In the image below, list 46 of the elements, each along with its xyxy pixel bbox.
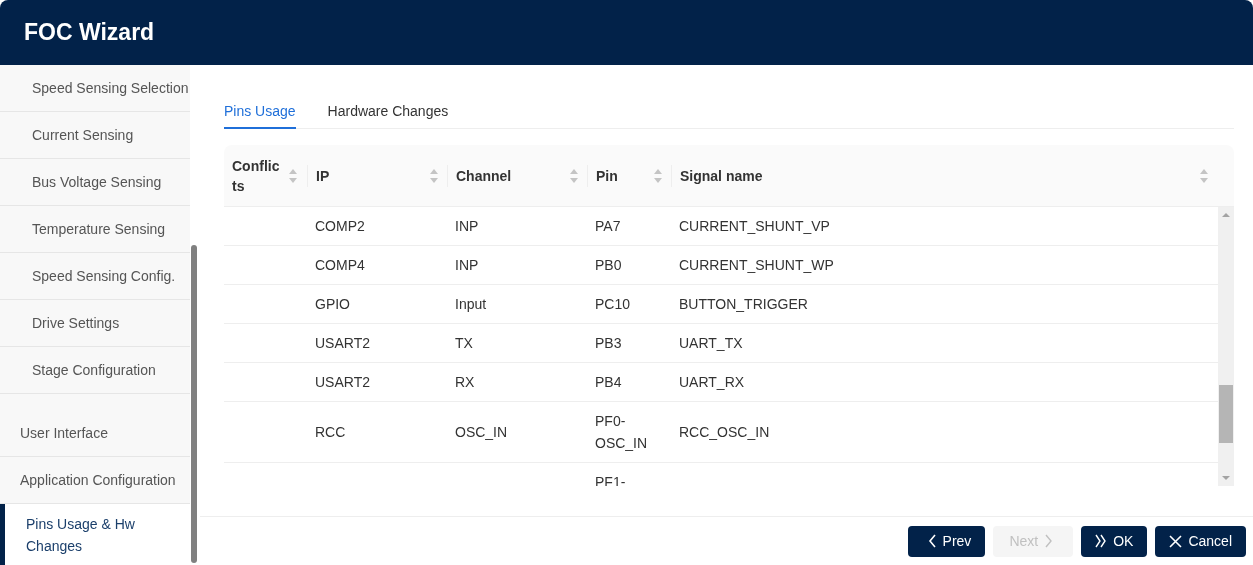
table-cell: TX bbox=[455, 335, 473, 351]
sort-icon[interactable] bbox=[429, 167, 439, 184]
close-icon bbox=[1169, 534, 1183, 548]
tab[interactable]: Pins Usage bbox=[224, 98, 296, 129]
sort-icon[interactable] bbox=[288, 167, 298, 184]
table-cell: PA7 bbox=[595, 218, 621, 234]
ok-button[interactable]: OK bbox=[1081, 525, 1148, 557]
table-cell: UART_RX bbox=[679, 374, 745, 390]
table-cell: GPIO bbox=[315, 296, 350, 312]
column-header: Pin bbox=[596, 166, 618, 186]
column-header: Signal name bbox=[680, 166, 763, 186]
table-cell: BUTTON_TRIGGER bbox=[679, 296, 808, 312]
sort-icon[interactable] bbox=[1199, 167, 1209, 184]
column-header: Conflicts bbox=[232, 156, 281, 196]
chevron-right-icon bbox=[1044, 534, 1054, 548]
table-cell: RX bbox=[455, 374, 475, 390]
sidebar-item[interactable]: Pins Usage & Hw Changes bbox=[0, 504, 190, 565]
table-cell: INP bbox=[455, 218, 479, 234]
table-cell: OSC_IN bbox=[455, 424, 508, 440]
column-header: Channel bbox=[456, 166, 512, 186]
sort-icon[interactable] bbox=[653, 167, 663, 184]
chevron-left-icon bbox=[927, 534, 937, 548]
table-cell: PB3 bbox=[595, 335, 622, 351]
table-cell: INP bbox=[455, 257, 479, 273]
column-header: IP bbox=[316, 166, 330, 186]
table-cell: Input bbox=[455, 296, 487, 312]
scrollbar[interactable] bbox=[1218, 207, 1234, 486]
table-cell: RCC bbox=[315, 424, 346, 440]
table-cell: COMP2 bbox=[315, 218, 365, 234]
table-cell: RCC_OSC_IN bbox=[679, 424, 770, 440]
table-cell: CURRENT_SHUNT_VP bbox=[679, 218, 830, 234]
cancel-button[interactable]: Cancel bbox=[1155, 525, 1246, 557]
double-chevron-icon bbox=[1095, 534, 1108, 548]
prev-button[interactable]: Prev bbox=[907, 525, 986, 557]
table-cell: UART_TX bbox=[679, 335, 743, 351]
table-cell: PB0 bbox=[595, 257, 622, 273]
table-cell: COMP4 bbox=[315, 257, 365, 273]
table-cell: USART2 bbox=[315, 335, 370, 351]
table-cell: PC10 bbox=[595, 296, 631, 312]
table-cell: USART2 bbox=[315, 374, 370, 390]
window-title: FOC Wizard bbox=[24, 19, 155, 46]
sort-icon[interactable] bbox=[569, 167, 579, 184]
tab[interactable]: Hardware Changes bbox=[327, 98, 449, 129]
table-cell: CURRENT_SHUNT_WP bbox=[679, 257, 834, 273]
table-cell: PF0-OSC_IN bbox=[595, 413, 648, 451]
table-cell: PB4 bbox=[595, 374, 622, 390]
